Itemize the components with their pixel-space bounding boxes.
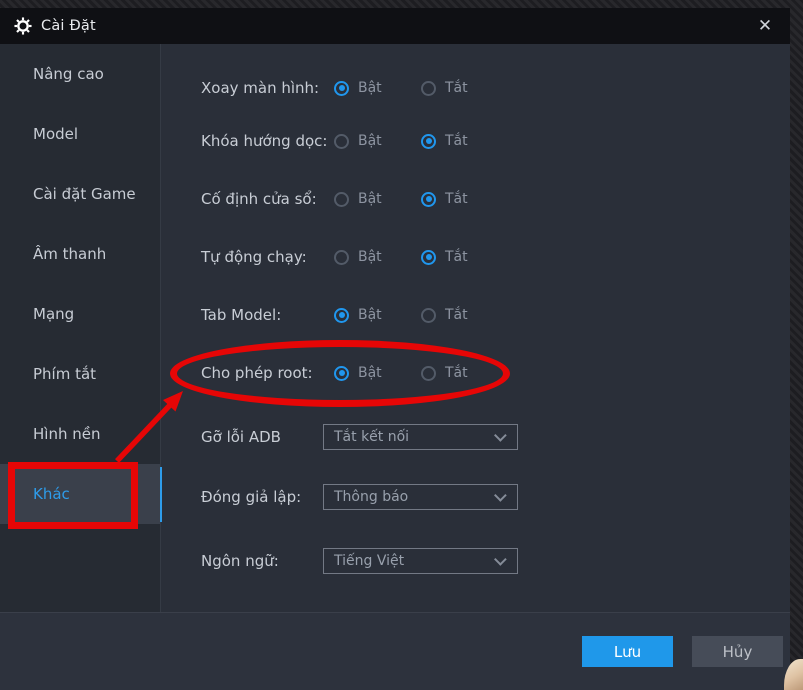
radio-option-on[interactable]: Bật: [334, 189, 382, 209]
radio-icon[interactable]: [334, 80, 349, 96]
sidebar-item-am-thanh[interactable]: Âm thanh: [0, 224, 160, 284]
setting-row-tu-dong-chay: Tự động chạy: Bật Tắt: [162, 247, 790, 267]
dialog-title: Cài Đặt: [41, 18, 96, 34]
radio-icon[interactable]: [421, 80, 436, 96]
setting-row-ngon-ngu: Ngôn ngữ: Tiếng Việt: [162, 548, 790, 574]
radio-icon[interactable]: [334, 365, 349, 381]
radio-icon[interactable]: [334, 307, 349, 323]
radio-option-off[interactable]: Tắt: [421, 363, 468, 383]
close-emulator-dropdown[interactable]: Thông báo: [323, 484, 518, 510]
setting-label: Cho phép root:: [201, 364, 313, 382]
save-button[interactable]: Lưu: [582, 636, 673, 667]
setting-label: Tab Model:: [201, 306, 282, 324]
radio-icon[interactable]: [334, 249, 349, 265]
radio-icon[interactable]: [334, 133, 349, 149]
setting-label: Ngôn ngữ:: [201, 552, 279, 570]
radio-option-on[interactable]: Bật: [334, 78, 382, 98]
radio-icon[interactable]: [334, 191, 349, 207]
radio-option-on[interactable]: Bật: [334, 305, 382, 325]
settings-dialog: Cài Đặt ✕ Nâng cao Model Cài đặt Game Âm…: [0, 8, 790, 690]
sidebar-item-model[interactable]: Model: [0, 104, 160, 164]
setting-row-khoa-huong-doc: Khóa hướng dọc: Bật Tắt: [162, 131, 790, 151]
dialog-footer: Lưu Hủy: [0, 612, 790, 690]
settings-content: Xoay màn hình: Bật Tắt Khóa hướng dọc: B…: [162, 44, 790, 612]
radio-icon[interactable]: [421, 133, 436, 149]
radio-option-off[interactable]: Tắt: [421, 305, 468, 325]
radio-option-on[interactable]: Bật: [334, 363, 382, 383]
radio-icon[interactable]: [421, 307, 436, 323]
setting-row-xoay-man-hinh: Xoay màn hình: Bật Tắt: [162, 78, 790, 98]
setting-row-tab-model: Tab Model: Bật Tắt: [162, 305, 790, 325]
sidebar-item-mang[interactable]: Mạng: [0, 284, 160, 344]
radio-option-off[interactable]: Tắt: [421, 78, 468, 98]
dialog-titlebar: Cài Đặt ✕: [0, 8, 790, 44]
radio-icon[interactable]: [421, 249, 436, 265]
sidebar-item-nang-cao[interactable]: Nâng cao: [0, 44, 160, 104]
dialog-body: Nâng cao Model Cài đặt Game Âm thanh Mạn…: [0, 44, 790, 612]
setting-row-cho-phep-root: Cho phép root: Bật Tắt: [162, 363, 790, 383]
setting-row-dong-gia-lap: Đóng giả lập: Thông báo: [162, 484, 790, 510]
sidebar-item-cai-dat-game[interactable]: Cài đặt Game: [0, 164, 160, 224]
sidebar-item-hinh-nen[interactable]: Hình nền: [0, 404, 160, 464]
setting-label: Đóng giả lập:: [201, 488, 302, 506]
setting-row-go-loi-adb: Gỡ lỗi ADB Tắt kết nối: [162, 424, 790, 450]
radio-option-on[interactable]: Bật: [334, 247, 382, 267]
setting-row-co-dinh-cua-so: Cố định cửa sổ: Bật Tắt: [162, 189, 790, 209]
cancel-button[interactable]: Hủy: [692, 636, 783, 667]
sidebar-item-phim-tat[interactable]: Phím tắt: [0, 344, 160, 404]
setting-label: Khóa hướng dọc:: [201, 132, 328, 150]
radio-icon[interactable]: [421, 191, 436, 207]
close-icon[interactable]: ✕: [748, 9, 782, 43]
radio-option-off[interactable]: Tắt: [421, 247, 468, 267]
language-dropdown[interactable]: Tiếng Việt: [323, 548, 518, 574]
setting-label: Xoay màn hình:: [201, 79, 320, 97]
radio-option-off[interactable]: Tắt: [421, 131, 468, 151]
setting-label: Gỡ lỗi ADB: [201, 428, 281, 446]
radio-icon[interactable]: [421, 365, 436, 381]
sidebar-item-khac[interactable]: Khác: [0, 464, 166, 524]
radio-option-on[interactable]: Bật: [334, 131, 382, 151]
settings-sidebar: Nâng cao Model Cài đặt Game Âm thanh Mạn…: [0, 44, 166, 612]
setting-label: Cố định cửa sổ:: [201, 190, 317, 208]
setting-label: Tự động chạy:: [201, 248, 307, 266]
gear-icon: [14, 17, 32, 35]
radio-option-off[interactable]: Tắt: [421, 189, 468, 209]
adb-debug-dropdown[interactable]: Tắt kết nối: [323, 424, 518, 450]
screenshot-root: Cài Đặt ✕ Nâng cao Model Cài đặt Game Âm…: [0, 0, 803, 690]
